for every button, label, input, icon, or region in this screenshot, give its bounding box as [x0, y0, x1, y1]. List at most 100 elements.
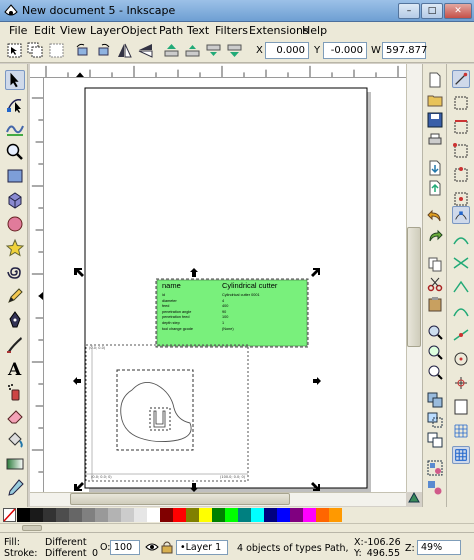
clone-icon[interactable] — [427, 412, 443, 428]
node-tool-icon[interactable] — [5, 94, 25, 114]
color-swatch[interactable] — [199, 508, 212, 522]
vertical-scroll-thumb[interactable] — [407, 227, 421, 347]
snap-rotation-center-icon[interactable] — [452, 374, 470, 392]
y-input[interactable]: -0.000 — [323, 42, 367, 59]
redo-icon[interactable] — [427, 228, 443, 244]
color-swatch[interactable] — [238, 508, 251, 522]
minimize-button[interactable]: – — [398, 3, 420, 19]
group-icon[interactable] — [427, 460, 443, 476]
cut-icon[interactable] — [427, 276, 443, 292]
snap-paths-icon[interactable] — [452, 230, 470, 248]
dropper-tool-icon[interactable] — [5, 478, 25, 498]
paint-bucket-tool-icon[interactable] — [5, 430, 25, 450]
snap-bbox-midpoint-icon[interactable] — [452, 166, 470, 184]
lower-to-bottom-icon[interactable] — [226, 42, 243, 59]
select-all-icon[interactable] — [6, 42, 23, 59]
horizontal-ruler[interactable] — [30, 64, 406, 78]
color-swatch[interactable] — [108, 508, 121, 522]
new-document-icon[interactable] — [427, 72, 443, 88]
spray-tool-icon[interactable] — [5, 382, 25, 402]
palette-scrollbar[interactable] — [0, 523, 474, 532]
import-icon[interactable] — [427, 160, 443, 176]
menu-extensions[interactable]: Extensions — [249, 24, 309, 37]
paste-icon[interactable] — [427, 296, 443, 312]
color-swatch[interactable] — [147, 508, 160, 522]
snap-bbox-corner-icon[interactable] — [452, 142, 470, 160]
layer-visibility-eye-icon[interactable] — [145, 540, 159, 554]
zoom-page-icon[interactable] — [427, 364, 443, 380]
calligraphy-tool-icon[interactable] — [5, 334, 25, 354]
flip-horizontal-icon[interactable] — [116, 42, 133, 59]
zoom-selection-icon[interactable] — [427, 324, 443, 340]
color-swatch[interactable] — [134, 508, 147, 522]
snap-object-centers-icon[interactable] — [452, 350, 470, 368]
color-swatch[interactable] — [264, 508, 277, 522]
snap-nodes-icon[interactable] — [452, 206, 470, 224]
color-swatch[interactable] — [56, 508, 69, 522]
snap-intersections-icon[interactable] — [452, 254, 470, 272]
color-swatch[interactable] — [160, 508, 173, 522]
color-swatch[interactable] — [30, 508, 43, 522]
snap-guides-icon[interactable] — [452, 446, 470, 464]
gradient-tool-icon[interactable] — [5, 454, 25, 474]
color-swatch[interactable] — [329, 508, 342, 522]
ellipse-tool-icon[interactable] — [5, 214, 25, 234]
snap-grid-icon[interactable] — [452, 422, 470, 440]
maximize-button[interactable]: □ — [421, 3, 443, 19]
snap-bbox-icon[interactable] — [452, 94, 470, 112]
color-swatch[interactable] — [303, 508, 316, 522]
palette-scroll-thumb[interactable] — [22, 525, 42, 531]
flip-vertical-icon[interactable] — [137, 42, 154, 59]
3d-box-tool-icon[interactable] — [5, 190, 25, 210]
color-swatch[interactable] — [95, 508, 108, 522]
unlink-clone-icon[interactable] — [427, 432, 443, 448]
color-swatch[interactable] — [121, 508, 134, 522]
snap-midpoints-icon[interactable] — [452, 326, 470, 344]
menu-filters[interactable]: Filters — [215, 24, 248, 37]
rotate-cw-icon[interactable] — [95, 42, 112, 59]
menu-help[interactable]: Help — [302, 24, 327, 37]
text-tool-icon[interactable]: A — [5, 358, 25, 378]
zoom-input[interactable]: 49% — [417, 540, 461, 555]
zoom-tool-icon[interactable] — [5, 142, 25, 162]
rotate-ccw-icon[interactable] — [74, 42, 91, 59]
stroke-width-value[interactable]: 0 — [92, 548, 98, 559]
color-swatch[interactable] — [69, 508, 82, 522]
export-icon[interactable] — [427, 180, 443, 196]
select-all-layers-icon[interactable] — [27, 42, 44, 59]
deselect-icon[interactable] — [48, 42, 65, 59]
print-icon[interactable] — [427, 132, 443, 148]
vertical-ruler[interactable] — [30, 78, 44, 492]
selector-tool-icon[interactable] — [5, 70, 25, 90]
color-swatch[interactable] — [82, 508, 95, 522]
menu-layer[interactable]: Layer — [90, 24, 121, 37]
color-swatch[interactable] — [277, 508, 290, 522]
x-input[interactable]: 0.000 — [265, 42, 309, 59]
raise-to-top-icon[interactable] — [163, 42, 180, 59]
undo-icon[interactable] — [427, 208, 443, 224]
layer-select[interactable]: •Layer 1 — [176, 540, 228, 555]
zoom-drawing-cmd-icon[interactable] — [427, 344, 443, 360]
copy-icon[interactable] — [427, 256, 443, 272]
ungroup-icon[interactable] — [427, 480, 443, 496]
color-swatch[interactable] — [251, 508, 264, 522]
no-paint-swatch-icon[interactable] — [3, 508, 16, 522]
drawing-canvas[interactable]: name Cylindrical cutter id Cylindrical cu… — [44, 78, 406, 492]
menu-file[interactable]: File — [9, 24, 27, 37]
tweak-tool-icon[interactable] — [5, 118, 25, 138]
snap-bbox-edge-icon[interactable] — [452, 118, 470, 136]
color-swatch[interactable] — [43, 508, 56, 522]
save-icon[interactable] — [427, 112, 443, 128]
color-swatch[interactable] — [316, 508, 329, 522]
duplicate-icon[interactable] — [427, 392, 443, 408]
color-swatch[interactable] — [225, 508, 238, 522]
star-tool-icon[interactable] — [5, 238, 25, 258]
raise-icon[interactable] — [184, 42, 201, 59]
color-swatch[interactable] — [173, 508, 186, 522]
opacity-input[interactable]: 100 — [110, 540, 140, 555]
open-icon[interactable] — [427, 92, 443, 108]
pen-tool-icon[interactable] — [5, 310, 25, 330]
rectangle-tool-icon[interactable] — [5, 166, 25, 186]
menu-view[interactable]: View — [60, 24, 86, 37]
menu-path[interactable]: Path — [159, 24, 183, 37]
